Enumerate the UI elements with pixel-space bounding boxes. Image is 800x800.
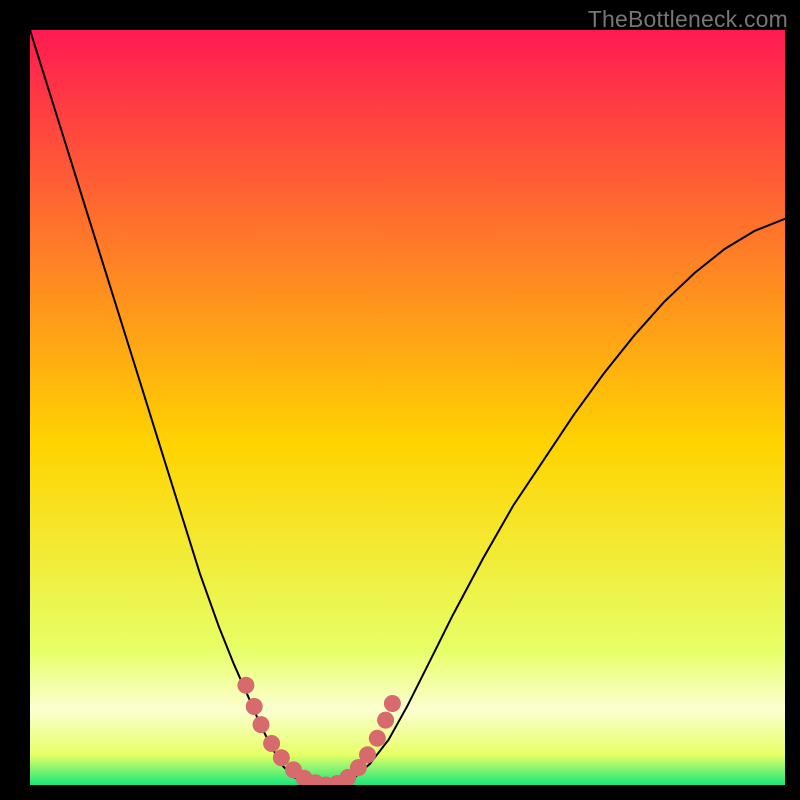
curve-marker [359, 746, 376, 763]
chart-stage: TheBottleneck.com [0, 0, 800, 800]
plot-background [30, 30, 785, 785]
curve-marker [377, 712, 394, 729]
curve-marker [263, 735, 280, 752]
curve-marker [237, 677, 254, 694]
curve-marker [253, 716, 270, 733]
watermark-text: TheBottleneck.com [588, 6, 788, 33]
curve-marker [246, 698, 263, 715]
curve-marker [384, 695, 401, 712]
curve-marker [369, 730, 386, 747]
bottleneck-plot [30, 30, 785, 785]
curve-marker [273, 749, 290, 766]
